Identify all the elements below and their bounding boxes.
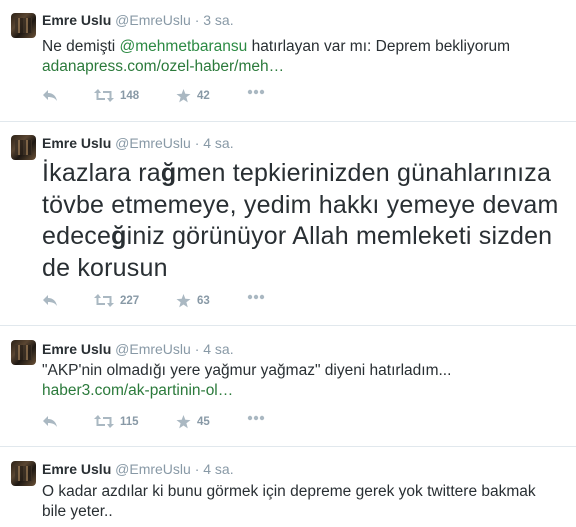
tweet-timestamp[interactable]: · 4 sa. [195, 135, 234, 151]
favorite-count: 63 [197, 295, 210, 307]
author-name[interactable]: Emre Uslu [42, 135, 111, 151]
author-name[interactable]: Emre Uslu [42, 341, 111, 357]
text-span: edece [42, 222, 112, 250]
reply-button[interactable] [42, 294, 58, 306]
retweet-button[interactable]: 227 [94, 294, 139, 307]
retweet-count: 115 [120, 415, 139, 428]
tweet-text: "AKP'nin olmadığı yere yağmur yağmaz" di… [42, 361, 451, 401]
favorite-button[interactable]: 42 [176, 89, 210, 103]
tweet-divider [0, 325, 576, 326]
author-handle[interactable]: @EmreUslu [115, 341, 191, 357]
more-button[interactable] [247, 415, 265, 421]
retweet-icon [94, 294, 114, 307]
text-span: ğ [160, 159, 177, 187]
reply-button[interactable] [42, 415, 58, 427]
reply-icon [43, 90, 57, 101]
tweet-header: Emre Uslu @EmreUslu · 4 sa. [42, 135, 234, 151]
more-button[interactable] [247, 89, 265, 95]
url-link[interactable]: adanapress.com/ozel-haber/meh… [42, 58, 284, 75]
star-icon [176, 415, 191, 429]
tweet-text-part: Ne demişti [42, 38, 120, 55]
more-icon [247, 415, 265, 421]
more-icon [247, 294, 265, 300]
star-icon [176, 89, 191, 103]
author-name[interactable]: Emre Uslu [42, 12, 111, 28]
retweet-icon [94, 89, 114, 102]
tweet-text-line: tövbe etmemeye, yedim hakkı yemeye devam [42, 190, 559, 219]
tweet-timestamp[interactable]: · 4 sa. [195, 341, 234, 357]
reply-button[interactable] [42, 89, 58, 101]
favorite-button[interactable]: 63 [176, 294, 210, 308]
author-handle[interactable]: @EmreUslu [115, 135, 191, 151]
tweet-text-line: İkazlara rağmen tepkierinizden günahları… [42, 158, 559, 190]
text-span: İkazlara ra [42, 159, 161, 187]
url-link[interactable]: haber3.com/ak-partinin-ol… [42, 382, 233, 399]
text-span: ğ [111, 222, 127, 250]
more-button[interactable] [247, 294, 265, 300]
tweet-divider [0, 121, 576, 122]
tweet-timestamp[interactable]: · 3 sa. [195, 12, 234, 28]
tweet-text-line: edeceğiniz görünüyor Allah memleketi siz… [42, 221, 559, 253]
tweet-timestamp[interactable]: · 4 sa. [195, 461, 234, 477]
tweet-text: İkazlara rağmen tepkierinizden günahları… [42, 158, 559, 284]
tweet-header: Emre Uslu @EmreUslu · 4 sa. [42, 461, 234, 477]
text-span: iniz görünüyor Allah memleketi sizden [126, 222, 553, 250]
retweet-button[interactable]: 148 [94, 89, 139, 102]
tweet-header: Emre Uslu @EmreUslu · 3 sa. [42, 12, 234, 28]
tweet-text-line: bile yeter.. [42, 503, 113, 520]
author-handle[interactable]: @EmreUslu [115, 461, 191, 477]
more-icon [247, 89, 265, 95]
retweet-count: 227 [120, 294, 140, 307]
avatar[interactable] [11, 13, 36, 38]
favorite-button[interactable]: 45 [176, 415, 210, 429]
tweet-text-part: hatırlayan var mı: Deprem bekliyorum [247, 38, 511, 55]
tweet-text-line: O kadar azdılar ki bunu görmek için depr… [42, 483, 536, 500]
reply-icon [43, 295, 57, 306]
tweet-divider [0, 446, 576, 447]
retweet-icon [94, 415, 114, 428]
retweet-count: 148 [120, 89, 140, 102]
tweet-text-line: de korusun [42, 253, 168, 282]
author-name[interactable]: Emre Uslu [42, 461, 111, 477]
avatar[interactable] [11, 135, 36, 160]
tweet-text: Ne demişti @mehmetbaransu hatırlayan var… [42, 37, 510, 77]
author-handle[interactable]: @EmreUslu [115, 12, 191, 28]
favorite-count: 45 [197, 416, 210, 428]
favorite-count: 42 [197, 90, 210, 102]
tweet-text-part: "AKP'nin olmadığı yere yağmur yağmaz" di… [42, 362, 452, 379]
mention-link[interactable]: @mehmetbaransu [120, 38, 248, 55]
tweet-text: O kadar azdılar ki bunu görmek için depr… [42, 482, 536, 522]
avatar[interactable] [11, 340, 36, 365]
reply-icon [43, 416, 57, 427]
retweet-button[interactable]: 115 [94, 415, 139, 428]
star-icon [176, 294, 191, 308]
text-span: men tepkierinizden günahlarınıza [176, 159, 552, 187]
avatar[interactable] [11, 461, 36, 486]
tweet-header: Emre Uslu @EmreUslu · 4 sa. [42, 341, 234, 357]
